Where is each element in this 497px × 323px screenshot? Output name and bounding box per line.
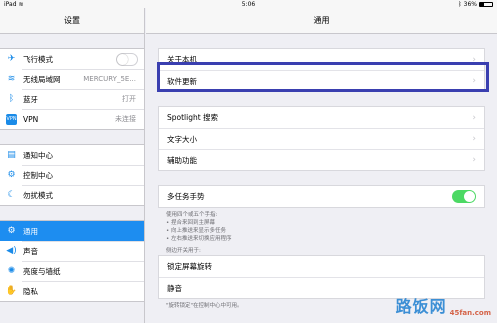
side-switch-header: 侧边开关用于:	[166, 248, 201, 254]
chevron-right-icon: ›	[472, 112, 476, 123]
multitasking-gestures-toggle[interactable]	[452, 190, 476, 203]
general-group-search: Spotlight 搜索 › 文字大小 › 辅助功能 ›	[158, 106, 485, 171]
hand-icon: ✋	[5, 286, 18, 296]
chevron-right-icon: ›	[472, 155, 476, 165]
bluetooth-status-icon: ᛒ	[458, 0, 462, 8]
sidebar-item-label: 勿扰模式	[23, 190, 53, 200]
sidebar-item-wifi[interactable]: ≋ 无线局域网 MERCURY_5E...	[0, 69, 144, 89]
gear-icon: ⚙	[7, 226, 16, 236]
row-label: Spotlight 搜索	[167, 113, 219, 122]
sidebar-item-label: 蓝牙	[23, 94, 38, 104]
clock: 5:06	[241, 0, 256, 8]
row-label: 多任务手势	[167, 192, 205, 201]
sidebar-item-bluetooth[interactable]: ᛒ 蓝牙 打开	[0, 89, 144, 109]
sidebar-item-sounds[interactable]: ◀) 声音	[0, 241, 144, 261]
notification-center-icon: ▤	[7, 150, 16, 160]
sidebar-item-label: 通用	[23, 226, 38, 236]
vpn-status-value: 未连接	[115, 115, 136, 123]
sidebar-item-notification-center[interactable]: ▤ 通知中心	[0, 145, 144, 165]
row-lock-rotation[interactable]: 锁定屏幕旋转	[159, 256, 484, 277]
sidebar-item-label: 亮度与墙纸	[23, 266, 61, 276]
watermark-brand: 路饭网	[395, 297, 447, 316]
sidebar-item-vpn[interactable]: VPN VPN 未连接	[0, 109, 144, 129]
speaker-icon: ◀)	[6, 246, 17, 256]
watermark-site: 45fan.com	[449, 309, 491, 317]
site-watermark: 路饭网 45fan.com	[396, 293, 491, 317]
general-group-multitask: 多任务手势	[158, 185, 485, 208]
sidebar-item-general[interactable]: ⚙ 通用	[0, 221, 144, 241]
wifi-icon: ≋	[7, 74, 16, 84]
sidebar-item-brightness-wallpaper[interactable]: ✺ 亮度与墙纸	[0, 261, 144, 281]
help-line: • 捏合来回到主屏幕	[166, 220, 215, 226]
sidebar-group-system: ▤ 通知中心 ⚙ 控制中心 ☾ 勿扰模式	[0, 144, 144, 206]
battery-icon	[479, 1, 493, 7]
sidebar-item-label: 通知中心	[23, 150, 53, 160]
row-label: 静音	[167, 283, 182, 293]
chevron-right-icon: ›	[472, 76, 476, 86]
chevron-right-icon: ›	[472, 134, 476, 144]
row-spotlight-search[interactable]: Spotlight 搜索 ›	[159, 107, 484, 128]
airplane-mode-toggle[interactable]	[116, 52, 138, 66]
multitask-help-text: 使用四个或五个手指: • 捏合来回到主屏幕 • 向上推送来显示多任务 • 左右推…	[166, 211, 485, 243]
bluetooth-icon: ᛒ	[8, 94, 15, 104]
battery-percent: 36%	[463, 0, 477, 8]
sidebar-group-connectivity: ✈ 飞行模式 ≋ 无线局域网 MERCURY_5E... ᛒ 蓝牙 打开 VPN…	[0, 48, 144, 130]
sidebar-item-label: 隐私	[23, 286, 38, 296]
row-text-size[interactable]: 文字大小 ›	[159, 128, 484, 149]
sidebar-title: 设置	[0, 8, 144, 34]
help-line: • 左右推送来切换应用程序	[166, 236, 232, 242]
row-multitasking-gestures: 多任务手势	[159, 186, 484, 207]
sidebar-item-airplane-mode[interactable]: ✈ 飞行模式	[0, 49, 144, 69]
sidebar-item-label: 控制中心	[23, 170, 53, 180]
row-software-update[interactable]: 软件更新 ›	[159, 70, 484, 91]
sidebar-item-label: 飞行模式	[23, 54, 53, 64]
row-label: 软件更新	[167, 76, 197, 86]
row-label: 锁定屏幕旋转	[167, 262, 212, 271]
control-center-icon: ⚙	[7, 170, 16, 180]
airplane-icon: ✈	[7, 54, 16, 64]
carrier-label: iPad	[4, 0, 17, 8]
settings-sidebar: 设置 ✈ 飞行模式 ≋ 无线局域网 MERCURY_5E... ᛒ 蓝牙 打开 …	[0, 8, 145, 323]
sidebar-item-do-not-disturb[interactable]: ☾ 勿扰模式	[0, 185, 144, 205]
row-label: 关于本机	[167, 55, 197, 64]
row-label: 文字大小	[167, 134, 197, 144]
row-accessibility[interactable]: 辅助功能 ›	[159, 149, 484, 170]
wifi-network-value: MERCURY_5E...	[83, 75, 136, 83]
moon-icon: ☾	[7, 190, 16, 200]
sidebar-item-privacy[interactable]: ✋ 隐私	[0, 281, 144, 301]
help-line: 使用四个或五个手指:	[166, 212, 218, 218]
sidebar-item-label: 无线局域网	[23, 74, 61, 84]
wifi-signal-icon: ≋	[18, 0, 24, 8]
page-title: 通用	[146, 8, 497, 34]
chevron-right-icon: ›	[472, 54, 476, 65]
vpn-icon: VPN	[6, 113, 17, 125]
general-group-about: 关于本机 › 软件更新 ›	[158, 48, 485, 92]
row-label: 辅助功能	[167, 155, 197, 165]
sidebar-item-label: 声音	[23, 246, 38, 256]
sidebar-group-general: ⚙ 通用 ◀) 声音 ✺ 亮度与墙纸 ✋ 隐私	[0, 220, 144, 302]
help-line: • 向上推送来显示多任务	[166, 228, 226, 234]
brightness-icon: ✺	[7, 266, 16, 276]
bluetooth-status-value: 打开	[122, 95, 136, 103]
row-about[interactable]: 关于本机 ›	[159, 49, 484, 70]
status-bar: iPad ≋ 5:06 ᛒ 36%	[0, 0, 497, 8]
sidebar-item-control-center[interactable]: ⚙ 控制中心	[0, 165, 144, 185]
general-detail-pane: 通用 关于本机 › 软件更新 › Spotlight 搜索 › 文字大小 › 辅…	[146, 8, 497, 323]
sidebar-item-label: VPN	[23, 114, 39, 124]
